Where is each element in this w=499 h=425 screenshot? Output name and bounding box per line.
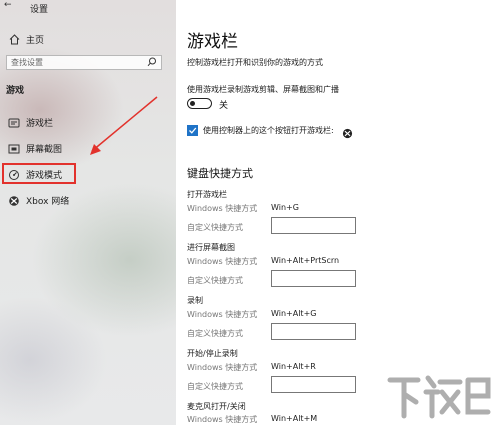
sidebar-item-label: 游戏栏 [26, 119, 54, 129]
screenshot-icon [8, 143, 20, 155]
windows-shortcut-label: Windows 快捷方式 [187, 204, 258, 213]
windows-shortcut-label: Windows 快捷方式 [187, 310, 258, 319]
sidebar: ← 设置 主页 查找设置 游戏 游戏栏 屏幕截图 游戏模式 Xbox 网络 [0, 0, 176, 425]
sidebar-item-home[interactable]: 主页 [8, 33, 44, 46]
controller-checkbox[interactable] [187, 125, 198, 136]
custom-shortcut-label: 自定义快捷方式 [187, 382, 243, 391]
highlight-box [2, 163, 76, 184]
toggle-knob [190, 100, 195, 106]
custom-shortcut-label: 自定义快捷方式 [187, 223, 243, 232]
sidebar-item-label: 屏幕截图 [26, 145, 63, 155]
record-setting-label: 使用游戏栏录制游戏剪辑、屏幕截图和广播 [187, 85, 339, 94]
xbox-icon [8, 195, 20, 207]
back-arrow-icon[interactable]: ← [4, 0, 12, 10]
sidebar-item-gamebar[interactable]: 游戏栏 [8, 116, 53, 129]
xbox-button-icon [342, 124, 353, 143]
windows-shortcut-label: Windows 快捷方式 [187, 363, 258, 372]
custom-shortcut-input[interactable] [271, 270, 356, 287]
watermark-logo [387, 375, 491, 419]
windows-shortcut-label: Windows 快捷方式 [187, 415, 258, 424]
sidebar-item-label: 主页 [26, 36, 45, 46]
sidebar-item-label: Xbox 网络 [26, 197, 70, 207]
sidebar-item-xbox[interactable]: Xbox 网络 [8, 194, 69, 207]
window-title: 设置 [30, 5, 49, 15]
windows-shortcut-value: Win+Alt+R [271, 362, 316, 371]
custom-shortcut-input[interactable] [271, 376, 356, 393]
shortcut-name: 开始/停止录制 [187, 349, 238, 358]
search-icon[interactable] [147, 57, 157, 71]
home-icon [8, 34, 20, 46]
record-toggle[interactable] [187, 98, 212, 109]
shortcut-name: 录制 [187, 296, 203, 305]
search-placeholder: 查找设置 [11, 58, 43, 67]
windows-shortcut-value: Win+Alt+M [271, 414, 318, 423]
sidebar-item-screenshot[interactable]: 屏幕截图 [8, 142, 62, 155]
main-content: 游戏栏 控制游戏栏打开和识别你的游戏的方式 使用游戏栏录制游戏剪辑、屏幕截图和广… [176, 0, 499, 425]
controller-checkbox-label: 使用控制器上的这个按钮打开游戏栏: [203, 126, 334, 135]
custom-shortcut-label: 自定义快捷方式 [187, 329, 243, 338]
page-description: 控制游戏栏打开和识别你的游戏的方式 [187, 58, 323, 67]
gamebar-icon [8, 117, 20, 129]
windows-shortcut-value: Win+Alt+PrtScrn [271, 256, 340, 265]
search-input[interactable]: 查找设置 [6, 55, 162, 70]
shortcut-name: 进行屏幕截图 [187, 243, 235, 252]
page-title: 游戏栏 [187, 32, 238, 52]
shortcut-name: 麦克风打开/关闭 [187, 402, 246, 411]
shortcut-name: 打开游戏栏 [187, 190, 227, 199]
section-label: 游戏 [6, 86, 25, 96]
windows-shortcut-value: Win+G [271, 203, 299, 212]
custom-shortcut-label: 自定义快捷方式 [187, 276, 243, 285]
toggle-state-label: 关 [219, 101, 229, 111]
custom-shortcut-input[interactable] [271, 323, 356, 340]
shortcuts-title: 键盘快捷方式 [187, 167, 253, 180]
windows-shortcut-label: Windows 快捷方式 [187, 257, 258, 266]
windows-shortcut-value: Win+Alt+G [271, 309, 317, 318]
checkmark-icon [189, 127, 197, 134]
custom-shortcut-input[interactable] [271, 217, 356, 234]
